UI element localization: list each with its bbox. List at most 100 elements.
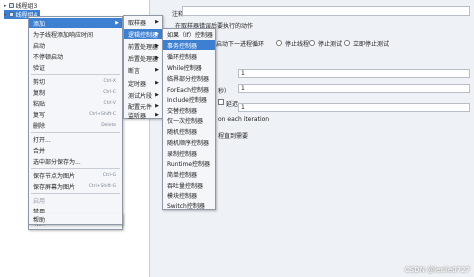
menu-item-sampler[interactable]: 取样器 ▶ [124, 17, 162, 27]
menu-item-add-response-time[interactable]: 为子线程添加响应时间 [29, 29, 122, 39]
menu-item-save-screen-image[interactable]: 保存屏幕为图片 Ctrl+Shift-G [29, 181, 122, 191]
loop-value-field[interactable]: 1 [238, 103, 470, 112]
tree-item-label: 线程组3 [15, 3, 38, 10]
menu-item-save-selection-as[interactable]: 选中部分保存为... [29, 156, 122, 166]
menu-item-pre-processor[interactable]: 前置处理器 ▶ [124, 41, 162, 51]
menu-item-random-controller[interactable]: 随机控制器 [163, 126, 215, 136]
submenu-arrow-icon: ▶ [155, 55, 159, 61]
menu-label: 循环控制器 [167, 53, 198, 61]
menu-label: Switch控制器 [167, 202, 205, 210]
menu-item-logic-controller[interactable]: 逻辑控制器 ▶ [124, 29, 162, 39]
menu-item-start-no-pause[interactable]: 不停顿启动 [29, 51, 122, 61]
menu-label: 启动 [33, 42, 46, 50]
menu-item-listener[interactable]: 监听器 ▶ [124, 110, 162, 120]
menu-label: ForEach控制器 [167, 86, 209, 94]
menu-item-while-controller[interactable]: While控制器 [163, 62, 215, 72]
menu-label: 随机控制器 [167, 128, 198, 136]
menu-item-post-processor[interactable]: 后置处理器 ▶ [124, 53, 162, 63]
radio-stop-test[interactable]: 停止测试 [309, 38, 342, 48]
menu-item-delete[interactable]: 删除 Delete [29, 120, 122, 130]
menu-item-enable[interactable]: 启用 [29, 195, 122, 205]
menu-item-validate[interactable]: 验证 [29, 62, 122, 72]
menu-label: 逻辑控制器 [128, 31, 159, 39]
menu-item-recording-controller[interactable]: 录制控制器 [163, 148, 215, 158]
menu-item-save-node-image[interactable]: 保存节点为图片 Ctrl-G [29, 170, 122, 180]
delay-label: 延迟 [226, 101, 239, 108]
menu-item-transaction-controller[interactable]: 事务控制器 [163, 40, 215, 50]
menu-label: 事务控制器 [167, 42, 198, 50]
menu-item-copy[interactable]: 复制 Ctrl-C [29, 87, 122, 97]
radio-label: 停止线程 [285, 40, 310, 48]
menu-item-simple-controller[interactable]: 简单控制器 [163, 169, 215, 179]
menu-label: 复写 [33, 111, 46, 119]
menu-label: 保存节点为图片 [33, 172, 76, 180]
menu-item-interleave-controller[interactable]: 交替控制器 [163, 105, 215, 115]
menu-label: 添加 [33, 20, 46, 28]
ramp-seconds-label: 秒） [218, 88, 231, 95]
menu-item-random-order-controller[interactable]: 随机顺序控制器 [163, 137, 215, 147]
menu-label: 取样器 [128, 19, 147, 27]
menu-item-timer[interactable]: 定时器 ▶ [124, 78, 162, 88]
menu-item-once-only-controller[interactable]: 仅一次控制器 [163, 115, 215, 125]
radio-icon[interactable] [309, 40, 315, 46]
menu-item-loop-controller[interactable]: 循环控制器 [163, 51, 215, 61]
menu-label: 模块控制器 [167, 192, 198, 200]
menu-item-duplicate[interactable]: 复写 Ctrl+Shift-C [29, 109, 122, 119]
submenu-arrow-icon: ▶ [155, 92, 159, 98]
menu-label: 监听器 [128, 112, 147, 120]
menu-label: 复制 [33, 89, 46, 97]
menu-item-foreach-controller[interactable]: ForEach控制器 [163, 84, 215, 94]
menu-item-module-controller[interactable]: 模块控制器 [163, 190, 215, 200]
menu-label: 粘贴 [33, 100, 46, 108]
menu-item-critical-section-controller[interactable]: 临界部分控制器 [163, 73, 215, 83]
expand-caret-icon[interactable]: ▸ [4, 3, 7, 9]
menu-item-throughput-controller[interactable]: 吞吐量控制器 [163, 180, 215, 190]
radio-icon[interactable] [344, 40, 350, 46]
submenu-arrow-icon: ▶ [155, 103, 159, 109]
loop-count-field[interactable]: 1 [238, 69, 470, 78]
tree-item-thread-group-3[interactable]: ▸ 线程组3 [4, 1, 38, 11]
radio-stop-thread[interactable]: 停止线程 [276, 38, 309, 48]
radio-label: 启动下一进程循环 [216, 40, 265, 48]
context-menu-tail: 帮助 [28, 213, 123, 225]
menu-item-open[interactable]: 打开... [29, 134, 122, 144]
menu-item-assertion[interactable]: 断言 ▶ [124, 65, 162, 75]
delay-thread-label: 程直到需要 [218, 133, 249, 140]
logic-controller-submenu: 如果（If）控制器 事务控制器 循环控制器 While控制器 临界部分控制器 F… [162, 28, 216, 210]
delay-checkbox[interactable] [218, 99, 224, 105]
menu-label: 启用 [33, 197, 46, 205]
menu-shortcut: Ctrl-G [102, 172, 116, 178]
menu-item-add[interactable]: 添加 ▶ [29, 18, 122, 28]
menu-item-include-controller[interactable]: Include控制器 [163, 94, 215, 104]
menu-item-cut[interactable]: 剪切 Ctrl-X [29, 76, 122, 86]
menu-label: While控制器 [167, 64, 202, 72]
menu-item-if-controller[interactable]: 如果（If）控制器 [163, 29, 215, 39]
radio-stop-test-now[interactable]: 立即停止测试 [344, 38, 389, 48]
menu-item-merge[interactable]: 合并 [29, 145, 122, 155]
expand-caret-icon[interactable]: ▸ [4, 12, 7, 18]
menu-item-test-fragment[interactable]: 测试片段 ▶ [124, 90, 162, 100]
radio-next-loop[interactable]: 启动下一进程循环 [216, 38, 264, 48]
menu-label: 删除 [33, 122, 46, 130]
note-input[interactable] [182, 6, 470, 16]
radio-icon[interactable] [276, 40, 282, 46]
ramp-up-field[interactable]: 1 [238, 84, 470, 93]
menu-label: 录制控制器 [167, 150, 198, 158]
menu-label: 定时器 [128, 80, 147, 88]
menu-item-start[interactable]: 启动 [29, 40, 122, 50]
add-submenu: 取样器 ▶ 逻辑控制器 ▶ 前置处理器 ▶ 后置处理器 ▶ 断言 ▶ 定时器 ▶ 测试片段 ▶… [123, 15, 163, 120]
menu-item-help[interactable]: 帮助 [29, 214, 122, 224]
menu-item-runtime-controller[interactable]: Runtime控制器 [163, 158, 215, 168]
submenu-arrow-icon: ▶ [115, 20, 119, 26]
menu-item-switch-controller[interactable]: Switch控制器 [163, 200, 215, 210]
menu-label: 简单控制器 [167, 171, 198, 179]
each-iteration-label: on each iteration [218, 116, 270, 123]
menu-label: 临界部分控制器 [167, 75, 210, 83]
radio-label: 停止测试 [318, 40, 343, 48]
watermark: CSDN @leslie0727 [404, 266, 470, 274]
menu-item-paste[interactable]: 粘贴 Ctrl-V [29, 98, 122, 108]
menu-label: 随机顺序控制器 [167, 139, 210, 147]
menu-label: 为子线程添加响应时间 [33, 31, 94, 39]
menu-label: 合并 [33, 147, 46, 155]
menu-shortcut: Ctrl-C [103, 89, 116, 95]
